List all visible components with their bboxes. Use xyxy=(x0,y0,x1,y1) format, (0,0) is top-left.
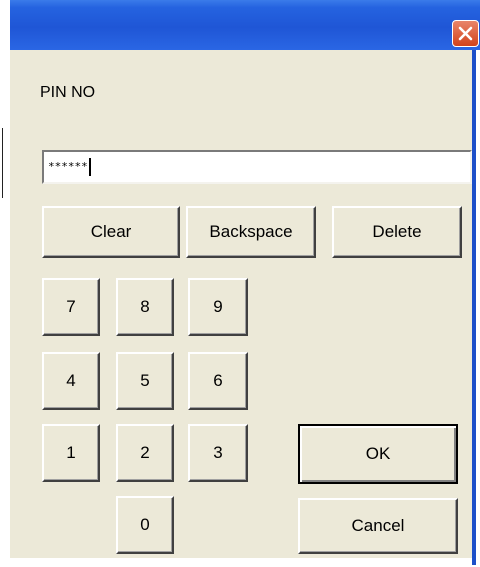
backspace-button[interactable]: Backspace xyxy=(186,206,316,258)
delete-button-label: Delete xyxy=(372,222,422,241)
dialog-right-border xyxy=(472,50,480,565)
keypad-3-label: 3 xyxy=(213,443,223,462)
pin-masked-value: ****** xyxy=(48,160,88,173)
keypad-7-button[interactable]: 7 xyxy=(42,278,100,336)
text-caret xyxy=(88,158,91,176)
delete-button[interactable]: Delete xyxy=(332,206,462,258)
keypad-3-button[interactable]: 3 xyxy=(188,424,248,482)
keypad-5-button[interactable]: 5 xyxy=(116,352,174,410)
keypad-7-label: 7 xyxy=(66,297,76,316)
close-icon xyxy=(458,26,473,41)
clear-button-label: Clear xyxy=(90,222,132,241)
keypad-4-label: 4 xyxy=(66,371,76,390)
dialog-bottom-border xyxy=(10,558,472,567)
cancel-button-label: Cancel xyxy=(351,516,405,535)
keypad-2-button[interactable]: 2 xyxy=(116,424,174,482)
keypad-6-label: 6 xyxy=(213,371,223,390)
background-border-mark xyxy=(2,150,8,198)
keypad-8-button[interactable]: 8 xyxy=(116,278,174,336)
pin-label: PIN NO xyxy=(40,84,96,101)
close-button[interactable] xyxy=(452,20,479,47)
frame-edge xyxy=(472,50,476,565)
keypad-4-button[interactable]: 4 xyxy=(42,352,100,410)
keypad-8-label: 8 xyxy=(140,297,150,316)
keypad-9-label: 9 xyxy=(213,297,223,316)
pin-entry-dialog: PIN NO ****** Clear Backspace Delete 7 8… xyxy=(10,0,480,565)
keypad-9-button[interactable]: 9 xyxy=(188,278,248,336)
ok-button-label: OK xyxy=(365,444,391,463)
keypad-1-button[interactable]: 1 xyxy=(42,424,100,482)
clear-button[interactable]: Clear xyxy=(42,206,180,258)
keypad-2-label: 2 xyxy=(140,443,150,462)
backspace-button-label: Backspace xyxy=(209,222,293,241)
keypad-5-label: 5 xyxy=(140,371,150,390)
background-border-mark xyxy=(2,128,8,150)
pin-input[interactable]: ****** xyxy=(42,150,472,184)
ok-button[interactable]: OK xyxy=(298,424,458,484)
title-bar[interactable] xyxy=(10,0,480,50)
cancel-button[interactable]: Cancel xyxy=(298,498,458,554)
keypad-1-label: 1 xyxy=(66,443,76,462)
keypad-0-button[interactable]: 0 xyxy=(116,496,174,554)
keypad-0-label: 0 xyxy=(140,515,150,534)
background-window-edge xyxy=(0,0,10,567)
keypad-6-button[interactable]: 6 xyxy=(188,352,248,410)
